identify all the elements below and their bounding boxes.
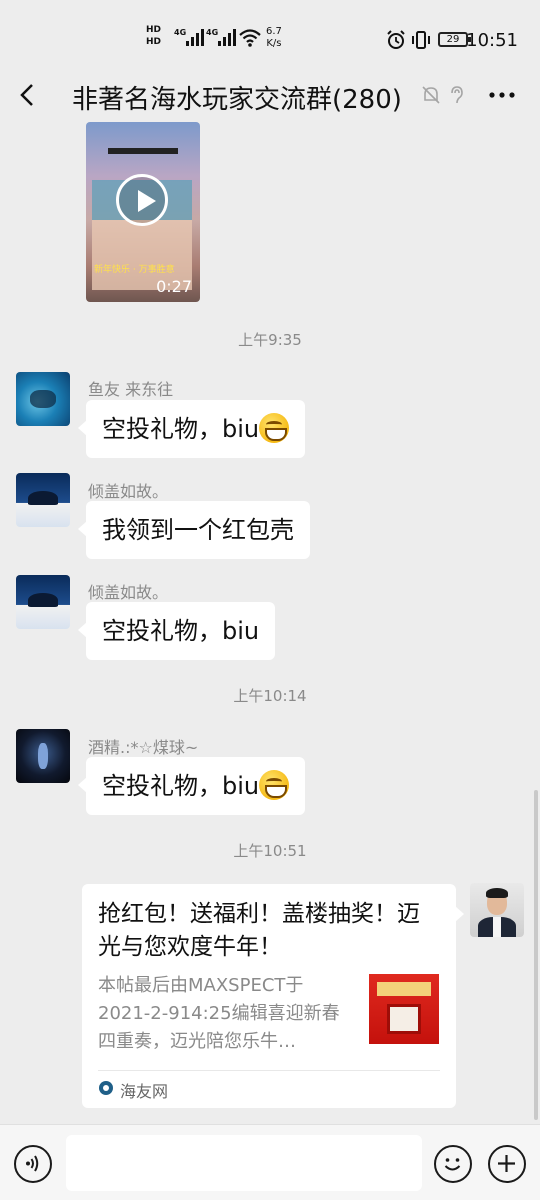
ear-icon bbox=[451, 86, 463, 104]
avatar[interactable] bbox=[16, 473, 70, 527]
battery-level: 29 bbox=[446, 34, 460, 45]
link-card-title: 抢红包！送福利！盖楼抽奖！迈光与您欢度牛年！ bbox=[98, 901, 420, 960]
link-card-source: 海友网 bbox=[120, 1082, 169, 1101]
network-speed: 6.7 K/s bbox=[266, 26, 282, 50]
sender-name: 倾盖如故。 bbox=[88, 583, 169, 602]
timestamp: 上午10:51 bbox=[233, 842, 307, 860]
my-avatar[interactable] bbox=[470, 883, 524, 937]
mute-bell-icon bbox=[422, 86, 440, 104]
sender-name: 鱼友 来东往 bbox=[88, 380, 174, 399]
timestamp: 上午10:14 bbox=[233, 687, 307, 705]
grin-emoji-icon bbox=[259, 413, 290, 443]
message-bubble[interactable]: 空投礼物，biu bbox=[77, 602, 276, 660]
avatar[interactable] bbox=[16, 372, 70, 426]
more-icon[interactable] bbox=[486, 80, 518, 110]
message-input[interactable] bbox=[66, 1135, 422, 1191]
wifi-icon bbox=[239, 29, 261, 47]
speed-unit: K/s bbox=[266, 38, 282, 49]
avatar[interactable] bbox=[16, 729, 70, 783]
video-message[interactable]: 新年快乐 · 万事胜意 0:27 bbox=[86, 122, 200, 302]
divider bbox=[98, 1070, 440, 1071]
link-card-message[interactable]: 抢红包！送福利！盖楼抽奖！迈光与您欢度牛年！ 本帖最后由MAXSPECT于202… bbox=[82, 884, 464, 1108]
speed-value: 6.7 bbox=[266, 26, 282, 37]
grin-emoji-icon bbox=[259, 770, 290, 800]
message-bubble[interactable]: 空投礼物，biu bbox=[77, 757, 306, 815]
sender-name: 倾盖如故。 bbox=[88, 482, 169, 501]
timestamp: 上午9:35 bbox=[238, 331, 302, 349]
avatar[interactable] bbox=[16, 575, 70, 629]
add-icon[interactable] bbox=[488, 1145, 526, 1183]
alarm-icon bbox=[387, 30, 405, 49]
chat-header: 非著名海水玩家交流群(280) bbox=[0, 72, 540, 120]
scrollbar[interactable] bbox=[534, 790, 538, 1120]
message-text: 空投礼物，biu bbox=[102, 415, 260, 443]
message-text: 空投礼物，biu bbox=[102, 617, 260, 645]
video-thumbnail-lamp bbox=[108, 148, 178, 154]
video-duration: 0:27 bbox=[156, 277, 192, 296]
hd-indicator: HD HD bbox=[146, 24, 161, 48]
chat-title[interactable]: 非著名海水玩家交流群(280) bbox=[72, 79, 402, 116]
sender-name: 酒精.:*☆煤球~ bbox=[88, 738, 199, 757]
link-card-thumbnail bbox=[369, 974, 439, 1044]
message-bubble[interactable]: 空投礼物，biu bbox=[77, 400, 306, 458]
play-icon[interactable] bbox=[116, 174, 168, 226]
input-bar bbox=[0, 1124, 540, 1200]
emoji-icon[interactable] bbox=[434, 1145, 472, 1183]
link-card-description: 本帖最后由MAXSPECT于2021-2-914:25编辑喜迎新春四重奏，迈光陪… bbox=[98, 975, 340, 1052]
source-logo-icon bbox=[99, 1081, 113, 1095]
network-type-2: 4G bbox=[206, 28, 219, 37]
signal-1-icon bbox=[186, 28, 204, 46]
video-caption: 新年快乐 · 万事胜意 bbox=[94, 265, 175, 275]
network-type-1: 4G bbox=[174, 28, 187, 37]
voice-icon[interactable] bbox=[14, 1145, 52, 1183]
status-bar: HD HD 4G 4G 6.7 K/s 29 10:51 bbox=[0, 0, 540, 72]
battery-icon: 29 bbox=[438, 32, 471, 47]
hd-label-2: HD bbox=[146, 37, 162, 47]
vibrate-icon bbox=[412, 31, 430, 49]
back-arrow-icon[interactable] bbox=[14, 80, 44, 110]
signal-2-icon bbox=[218, 28, 236, 46]
status-time: 10:51 bbox=[466, 30, 518, 51]
message-bubble[interactable]: 我领到一个红包壳 bbox=[78, 501, 310, 559]
message-text: 我领到一个红包壳 bbox=[102, 516, 294, 544]
hd-label-1: HD bbox=[146, 25, 162, 35]
message-text: 空投礼物，biu bbox=[102, 772, 260, 800]
